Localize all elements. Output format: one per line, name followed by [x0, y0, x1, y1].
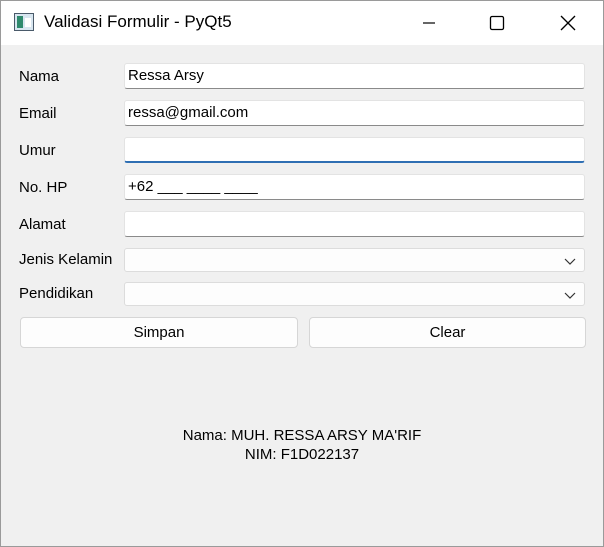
email-input[interactable]: ressa@gmail.com [124, 100, 585, 126]
pendidikan-label: Pendidikan [19, 285, 94, 302]
pendidikan-select[interactable] [124, 282, 585, 306]
chevron-down-icon [564, 258, 576, 265]
jenis-kelamin-label: Jenis Kelamin [19, 251, 113, 268]
simpan-button[interactable]: Simpan [20, 317, 298, 348]
chevron-down-icon [564, 292, 576, 299]
minimize-button[interactable] [406, 1, 452, 45]
footer-nama: Nama: MUH. RESSA ARSY MA'RIF [182, 427, 422, 444]
no-hp-input[interactable]: +62 ___ ____ ____ [124, 174, 585, 200]
nama-input[interactable]: Ressa Arsy [124, 63, 585, 89]
nama-label: Nama [19, 68, 60, 85]
title-bar[interactable]: Validasi Formulir - PyQt5 [1, 1, 603, 45]
main-window: Validasi Formulir - PyQt5 Nama Ressa Ars… [0, 0, 604, 547]
email-label: Email [19, 105, 57, 122]
minimize-icon [423, 22, 435, 24]
app-icon [14, 13, 34, 31]
jenis-kelamin-select[interactable] [124, 248, 585, 272]
clear-button[interactable]: Clear [309, 317, 586, 348]
alamat-input[interactable] [124, 211, 585, 237]
umur-input[interactable] [124, 137, 585, 163]
no-hp-label: No. HP [19, 179, 68, 196]
maximize-button[interactable] [474, 1, 520, 45]
umur-label: Umur [19, 142, 56, 159]
close-button[interactable] [545, 1, 591, 45]
close-icon [560, 15, 576, 31]
footer-nim: NIM: F1D022137 [244, 446, 360, 463]
maximize-icon [489, 15, 505, 31]
alamat-label: Alamat [19, 216, 66, 233]
window-title: Validasi Formulir - PyQt5 [44, 12, 232, 31]
